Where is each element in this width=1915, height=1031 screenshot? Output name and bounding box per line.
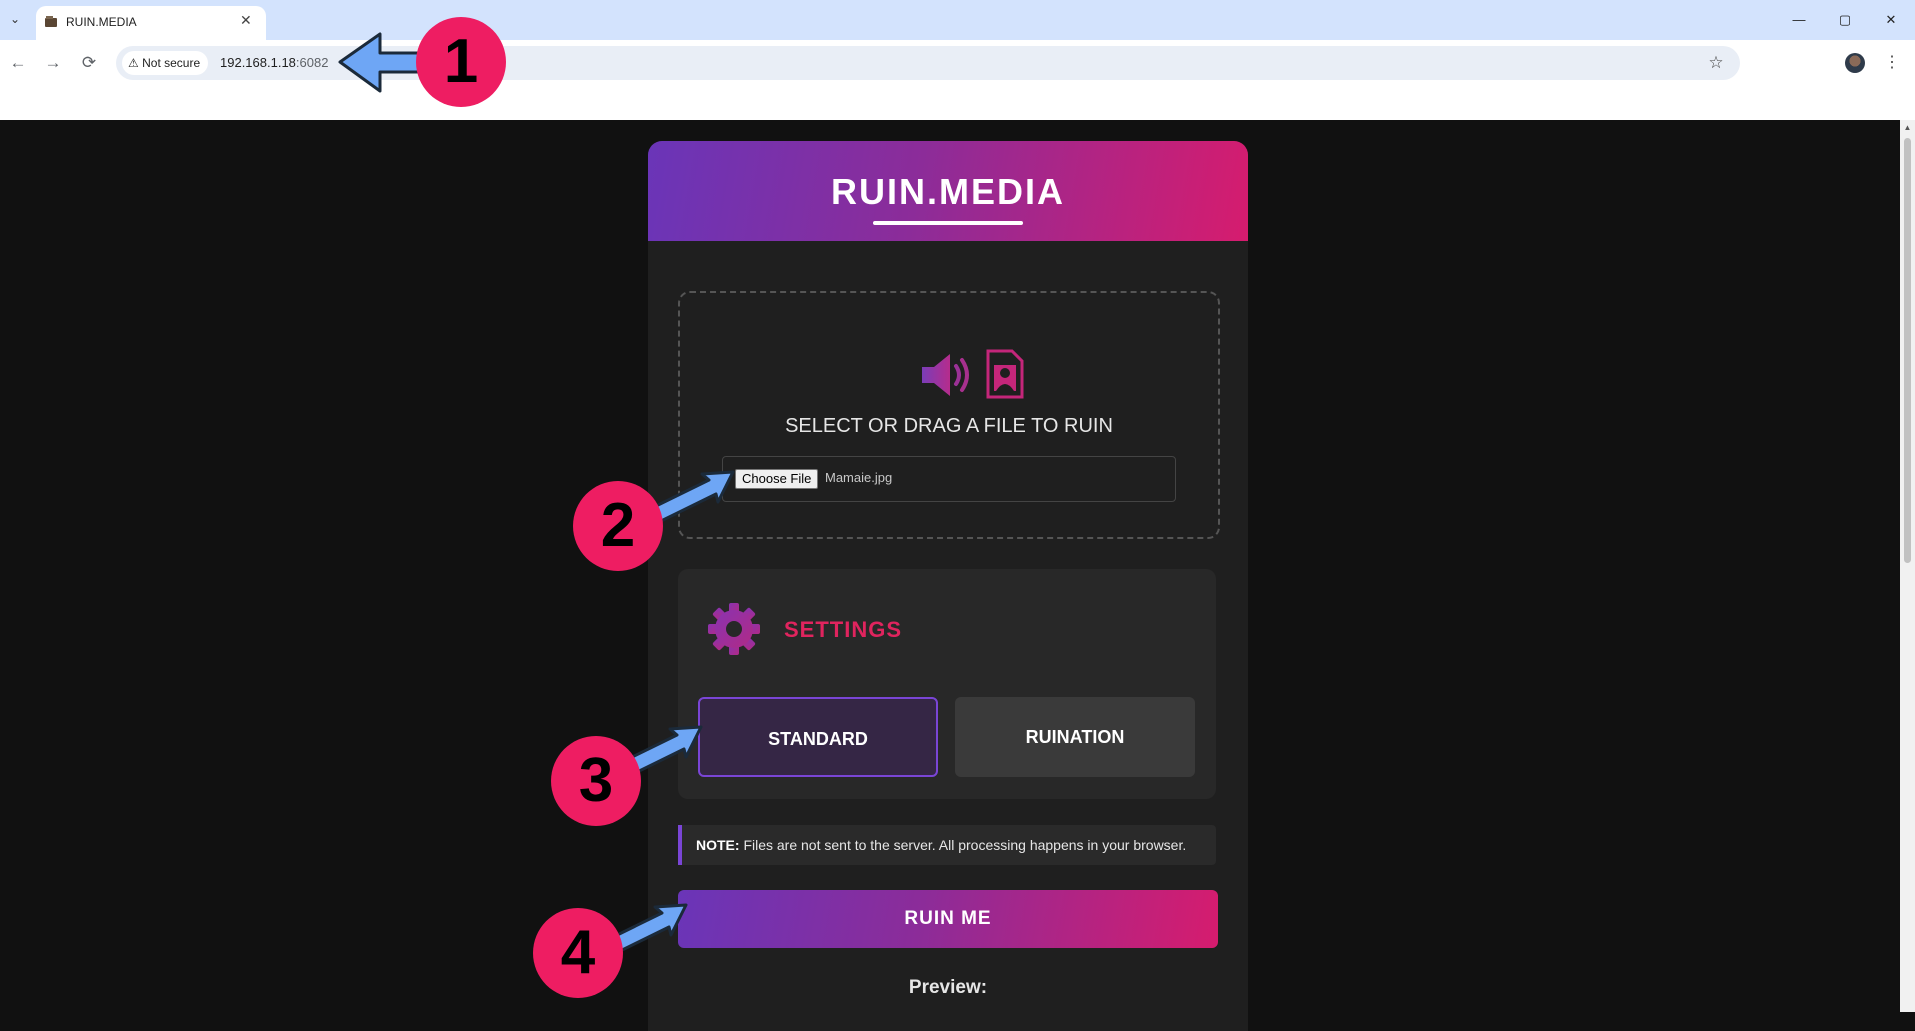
step-badge-1: 1 <box>416 17 506 107</box>
step-badge-2: 2 <box>573 481 663 571</box>
tutorial-arrows <box>338 32 735 957</box>
arrow-2-icon <box>650 470 735 524</box>
step-badge-3: 3 <box>551 736 641 826</box>
step-badge-4: 4 <box>533 908 623 998</box>
